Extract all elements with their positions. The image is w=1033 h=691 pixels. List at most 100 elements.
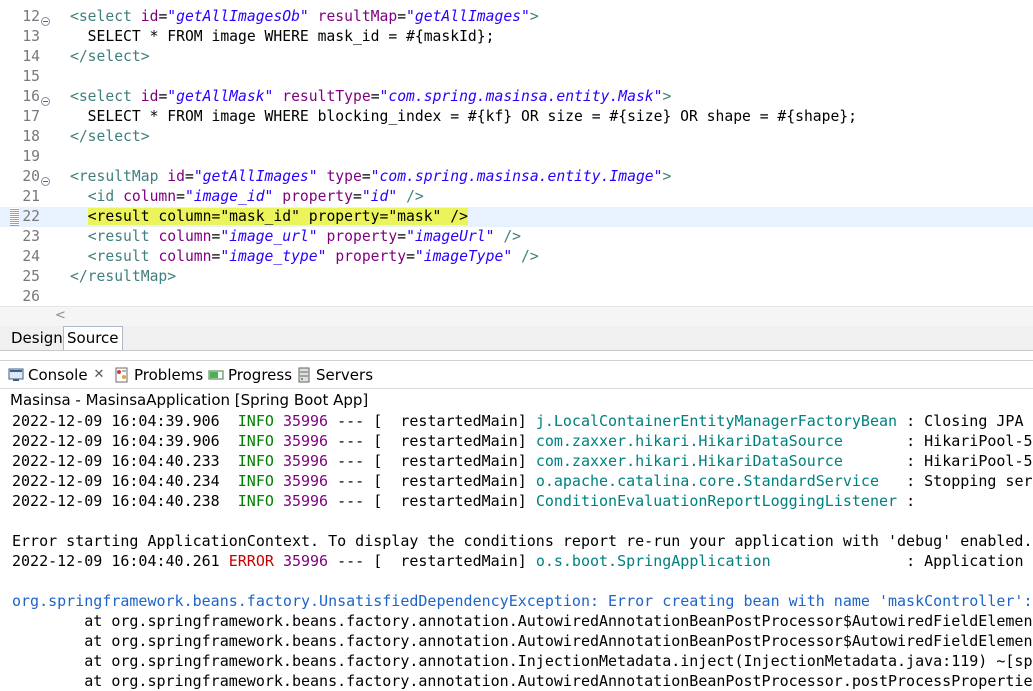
code-line[interactable]: 16 <select id="getAllMask" resultType="co…: [0, 87, 1033, 107]
exception-link[interactable]: org.springframework.beans.factory.Unsati…: [12, 592, 1032, 610]
code-token: "image_id": [184, 188, 274, 205]
code-line[interactable]: 22 <result column="mask_id" property="ma…: [0, 207, 1033, 227]
console-text: 2022-12-09 16:04:40.234: [12, 472, 238, 490]
console-line: org.springframework.beans.factory.Unsati…: [12, 591, 1032, 611]
tab-console[interactable]: Console ✕: [8, 364, 104, 386]
console-text: --- [ restartedMain]: [328, 432, 536, 450]
scroll-left-arrow-icon[interactable]: <: [55, 307, 66, 325]
fold-collapse-icon[interactable]: [41, 12, 50, 26]
logger-link[interactable]: o.apache.catalina.core.StandardService: [536, 472, 879, 490]
line-number: 17: [22, 108, 40, 125]
console-line: at org.springframework.beans.factory.ann…: [12, 611, 1033, 631]
line-number: 13: [22, 28, 40, 45]
view-tab-bar: Console ✕ Problems Progress Servers: [0, 361, 1033, 389]
logger-link[interactable]: com.zaxxer.hikari.HikariDataSource: [536, 452, 843, 470]
tab-design[interactable]: Design: [8, 327, 67, 349]
close-icon[interactable]: ✕: [94, 364, 105, 386]
panel-divider[interactable]: [0, 351, 1033, 361]
logger-link[interactable]: o.s.boot.SpringApplication: [536, 552, 771, 570]
console-title: Masinsa - MasinsaApplication [Spring Boo…: [10, 391, 369, 409]
code-line[interactable]: 19: [0, 147, 1033, 167]
code-line[interactable]: 25 </resultMap>: [0, 267, 1033, 287]
console-text: :: [897, 492, 916, 510]
code-token: <resultMap: [70, 168, 168, 185]
console-text: 35996: [282, 472, 329, 490]
logger-link[interactable]: ConditionEvaluationReportLoggingListener: [536, 492, 897, 510]
code-line[interactable]: 18 </select>: [0, 127, 1033, 147]
code-token: property: [326, 228, 398, 245]
code-text: <id column="image_id" property="id" />: [70, 187, 424, 207]
fold-collapse-icon[interactable]: [41, 92, 50, 106]
code-token: />: [406, 188, 424, 205]
code-token: "com.spring.masinsa.entity.Image": [370, 168, 663, 185]
console-text: at org.springframework.beans.factory.ann…: [12, 672, 1033, 690]
code-text: <result column="mask_id" property="mask"…: [70, 207, 468, 227]
console-line: at org.springframework.beans.factory.ann…: [12, 671, 1033, 691]
code-token: <select: [70, 88, 141, 105]
code-token: =: [370, 88, 380, 105]
tab-servers-label: Servers: [316, 366, 374, 384]
tab-progress[interactable]: Progress: [208, 364, 292, 386]
code-line[interactable]: 23 <result column="image_url" property="…: [0, 227, 1033, 247]
tab-servers[interactable]: Servers: [296, 364, 373, 386]
tab-console-label: Console: [28, 366, 88, 384]
console-text: INFO: [237, 432, 274, 450]
console-output[interactable]: 2022-12-09 16:04:39.906 INFO 35996 --- […: [0, 411, 1033, 690]
console-text: at org.springframework.beans.factory.ann…: [12, 652, 1033, 670]
code-token: </resultMap>: [70, 268, 177, 285]
code-token: <result: [87, 248, 159, 265]
code-token: />: [521, 248, 539, 265]
change-marker: [10, 208, 19, 226]
code-token: <result column="mask_id" property="mask"…: [87, 208, 468, 225]
line-number: 14: [22, 48, 40, 65]
code-text: </resultMap>: [70, 267, 176, 287]
console-text: --- [ restartedMain]: [328, 412, 536, 430]
code-line[interactable]: 21 <id column="image_id" property="id" /…: [0, 187, 1033, 207]
code-token: type: [326, 168, 362, 185]
xml-editor[interactable]: 12 <select id="getAllImagesOb" resultMap=…: [0, 0, 1033, 328]
console-text: : HikariPool-5: [842, 432, 1033, 450]
console-text: 35996: [282, 412, 329, 430]
code-line[interactable]: 13 SELECT * FROM image WHERE mask_id = #…: [0, 27, 1033, 47]
code-token: SELECT * FROM image WHERE mask_id = #{ma…: [70, 28, 495, 45]
code-line[interactable]: 12 <select id="getAllImagesOb" resultMap=…: [0, 7, 1033, 27]
code-text: <resultMap id="getAllImages" type="com.s…: [70, 167, 671, 187]
horizontal-scrollbar[interactable]: <: [0, 306, 1033, 327]
code-line[interactable]: 20 <resultMap id="getAllImages" type="com…: [0, 167, 1033, 187]
line-number: 25: [22, 268, 40, 285]
code-token: "image_url": [220, 228, 318, 245]
tab-problems[interactable]: Problems: [114, 364, 203, 386]
console-text: 2022-12-09 16:04:40.238: [12, 492, 238, 510]
logger-link[interactable]: com.zaxxer.hikari.HikariDataSource: [536, 432, 843, 450]
tab-problems-label: Problems: [134, 366, 204, 384]
logger-link[interactable]: j.LocalContainerEntityManagerFactoryBean: [536, 412, 897, 430]
code-line[interactable]: 14 </select>: [0, 47, 1033, 67]
code-token: column: [123, 188, 177, 205]
console-text: : Application r: [770, 552, 1033, 570]
code-token: =: [397, 8, 407, 25]
servers-icon: [296, 367, 312, 383]
line-number: 23: [22, 228, 40, 245]
code-line[interactable]: 26: [0, 287, 1033, 307]
code-token: =: [397, 228, 407, 245]
console-text: 35996: [282, 552, 329, 570]
code-line[interactable]: 15: [0, 67, 1033, 87]
console-icon: [8, 367, 24, 383]
code-token: =: [176, 188, 185, 205]
console-line: 2022-12-09 16:04:40.234 INFO 35996 --- […: [12, 471, 1033, 491]
tab-source[interactable]: Source: [63, 326, 123, 350]
line-number: 19: [22, 148, 40, 165]
console-text: ERROR: [228, 552, 274, 570]
code-line[interactable]: 17 SELECT * FROM image WHERE blocking_in…: [0, 107, 1033, 127]
code-token: "id": [361, 188, 398, 205]
console-line: 2022-12-09 16:04:40.233 INFO 35996 --- […: [12, 451, 1033, 471]
code-line[interactable]: 24 <result column="image_type" property=…: [0, 247, 1033, 267]
fold-collapse-icon[interactable]: [41, 172, 50, 186]
code-token: id: [167, 168, 185, 185]
